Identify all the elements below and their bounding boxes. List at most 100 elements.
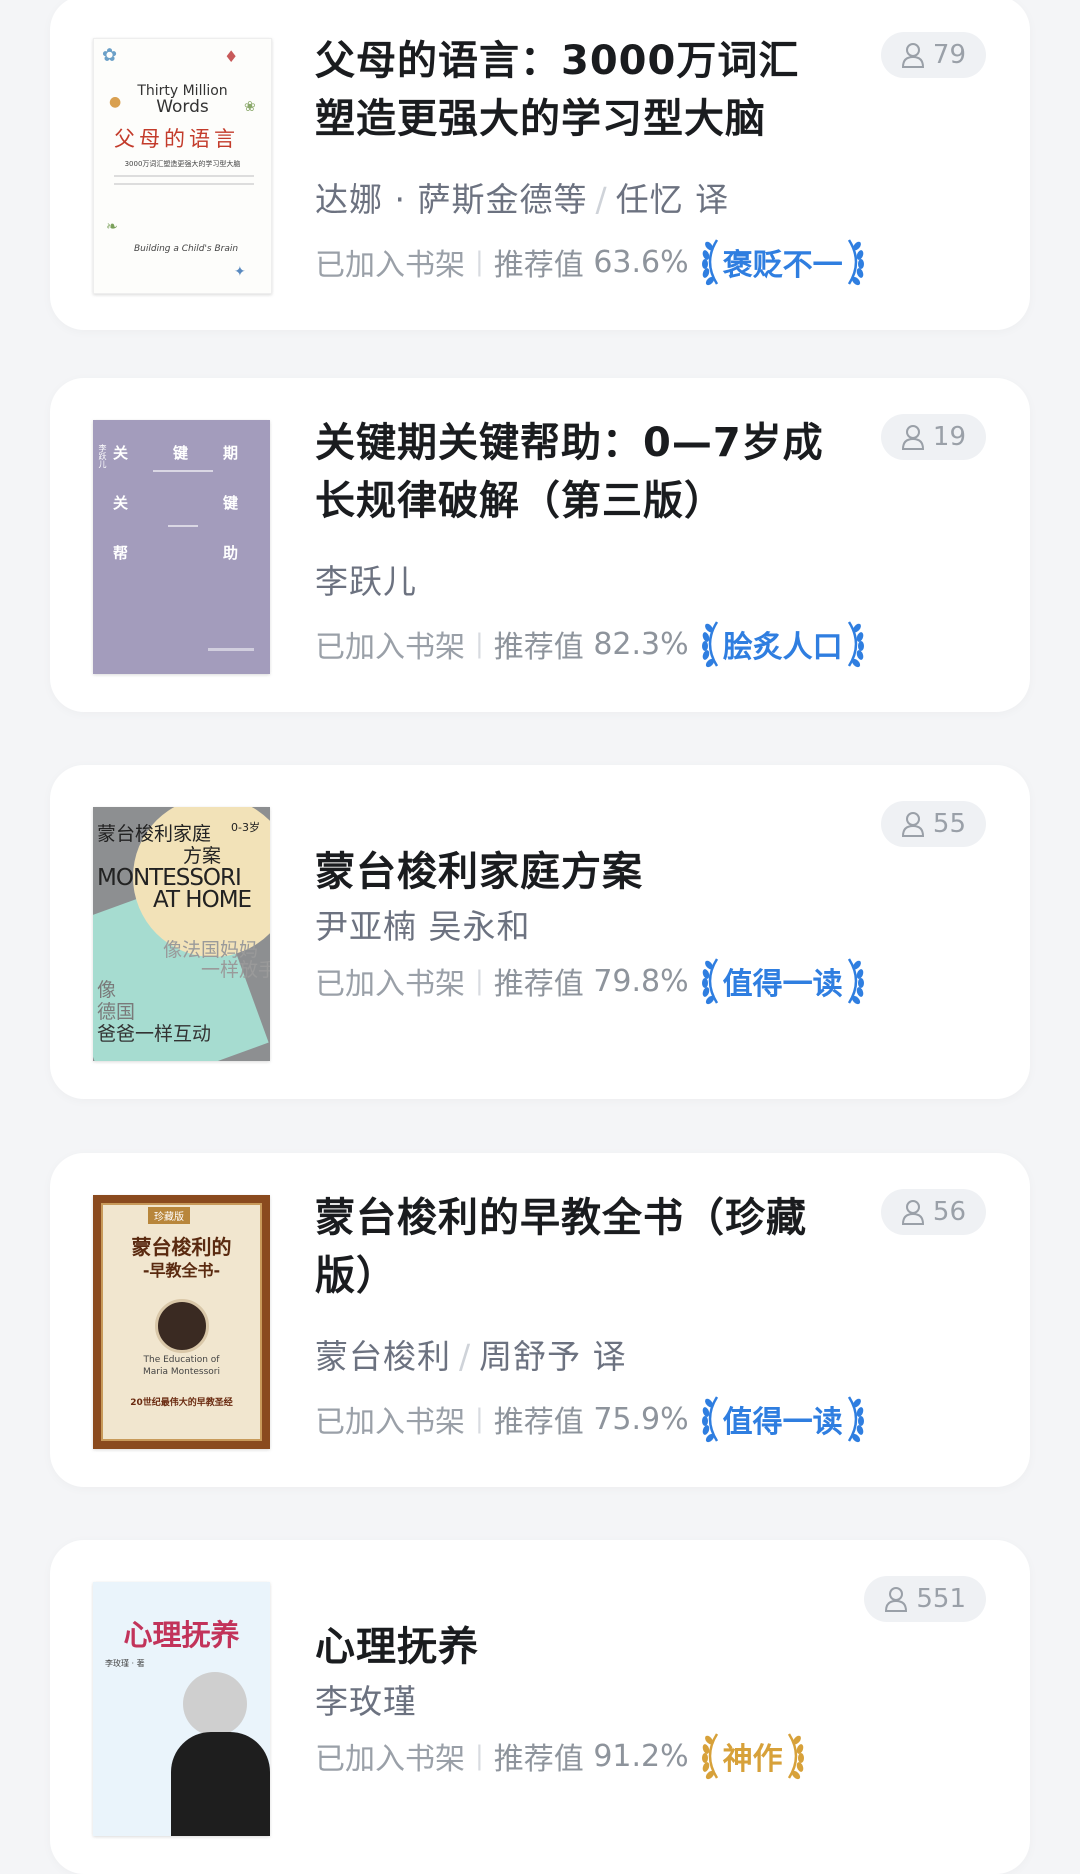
rating-badge: 褒贬不一 <box>699 236 867 288</box>
cover-text: 0-3岁 <box>231 821 260 834</box>
book-card[interactable]: 珍藏版 蒙台梭利的 -早教全书- The Education of Maria … <box>50 1153 1030 1487</box>
reader-count: 551 <box>864 1576 986 1622</box>
author-name: 李跃儿 <box>315 562 417 601</box>
laurel-left-icon <box>701 621 718 668</box>
reader-count: 56 <box>880 1189 986 1235</box>
shelf-status: 已加入书架 <box>315 1742 465 1777</box>
reader-count-value: 56 <box>932 1197 966 1227</box>
book-author: 达娜 · 萨斯金德等 / 任忆 译 <box>315 180 730 219</box>
reader-count-value: 551 <box>916 1584 966 1614</box>
book-author: 尹亚楠 吴永和 <box>315 900 531 948</box>
recommend-label: 推荐值 <box>493 248 584 283</box>
translator-name: 任忆 译 <box>615 180 730 219</box>
cover-text: 键 <box>223 494 239 512</box>
person-outline-icon <box>901 425 924 450</box>
book-card[interactable]: 蒙台梭利家庭 方案 0-3岁 MONTESSORI AT HOME 像法国妈妈 … <box>50 765 1030 1099</box>
recommend-label: 推荐值 <box>493 1405 584 1440</box>
reader-count-value: 55 <box>932 809 966 839</box>
cover-text: 一样放手 <box>201 959 270 981</box>
laurel-left-icon <box>701 958 718 1005</box>
author-name: 尹亚楠 吴永和 <box>315 907 531 946</box>
cover-text: 助 <box>223 544 239 562</box>
book-title: 关键期关键帮助：0—7岁成长规律破解（第三版） <box>315 420 824 524</box>
reader-count: 55 <box>880 801 986 847</box>
cover-text: 关 <box>113 444 129 462</box>
person-outline-icon <box>885 1587 908 1612</box>
author-name: 蒙台梭利 <box>315 1337 451 1376</box>
book-title: 父母的语言：3000万词汇塑造更强大的学习型大脑 <box>315 38 800 142</box>
shelf-status: 已加入书架 <box>315 1405 465 1440</box>
book-author: 李跃儿 <box>315 555 417 603</box>
book-title: 蒙台梭利家庭方案 <box>315 849 643 895</box>
cover-text: 期 <box>223 444 239 462</box>
rating-badge: 值得一读 <box>699 1393 867 1445</box>
recommend-value: 79.8% <box>593 963 689 999</box>
book-author: 李玫瑾 <box>315 1675 417 1723</box>
author-name: 达娜 · 萨斯金德等 <box>315 180 588 219</box>
laurel-right-icon <box>847 239 864 286</box>
book-cover[interactable]: 关 键 期 关 键 帮 助 李跃儿 <box>93 420 270 674</box>
reader-count: 79 <box>880 32 986 78</box>
cover-text: Words <box>156 97 209 117</box>
book-meta: 已加入书架 | 推荐值 63.6% 褒贬不一 <box>315 236 867 288</box>
book-cover[interactable]: 蒙台梭利家庭 方案 0-3岁 MONTESSORI AT HOME 像法国妈妈 … <box>93 807 270 1061</box>
cover-text: The Education of <box>143 1355 220 1365</box>
cover-text: 珍藏版 <box>148 1207 190 1224</box>
recommend-value: 63.6% <box>593 244 689 280</box>
book-cover[interactable]: ✿ ♦ ❀ ● Thirty Million Words 父母的语言 3000万… <box>93 38 272 294</box>
cover-text: 李玫瑾 · 著 <box>105 1659 145 1668</box>
book-author: 蒙台梭利 / 周舒予 译 <box>315 1337 627 1376</box>
cover-text: Building a Child's Brain <box>134 244 239 254</box>
laurel-right-icon <box>787 1733 804 1780</box>
cover-text: 爸爸一样互动 <box>97 1023 212 1045</box>
recommend-label: 推荐值 <box>493 1742 584 1777</box>
book-title: 蒙台梭利的早教全书（珍藏版） <box>315 1195 807 1299</box>
recommend-value: 75.9% <box>593 1401 689 1437</box>
laurel-left-icon <box>701 1733 718 1780</box>
book-meta: 已加入书架 | 推荐值 82.3% 脍炙人口 <box>315 618 867 670</box>
book-card[interactable]: ✿ ♦ ❀ ● Thirty Million Words 父母的语言 3000万… <box>50 0 1030 330</box>
book-card[interactable]: 心理抚养 李玫瑾 · 著 心理抚养 李玫瑾 已加入书架 | 推荐值 91.2% … <box>50 1540 1030 1874</box>
cover-text: 20世纪最伟大的早教圣经 <box>130 1398 233 1408</box>
cover-text: 键 <box>173 444 189 462</box>
rating-badge-text: 值得一读 <box>722 1405 843 1440</box>
recommend-value: 91.2% <box>593 1738 689 1774</box>
cover-text: 蒙台梭利的 <box>131 1235 232 1259</box>
rating-badge: 神作 <box>699 1730 807 1782</box>
recommend-label: 推荐值 <box>493 967 584 1002</box>
laurel-right-icon <box>847 621 864 668</box>
rating-badge-text: 褒贬不一 <box>722 248 843 283</box>
recommend-value: 82.3% <box>593 626 689 662</box>
cover-text: 李跃儿 <box>98 444 107 468</box>
person-outline-icon <box>901 1200 924 1225</box>
book-meta: 已加入书架 | 推荐值 91.2% 神作 <box>315 1730 807 1782</box>
laurel-right-icon <box>847 958 864 1005</box>
book-meta: 已加入书架 | 推荐值 79.8% 值得一读 <box>315 955 867 1007</box>
shelf-status: 已加入书架 <box>315 967 465 1002</box>
cover-text: 关 <box>113 494 129 512</box>
cover-text: 心理抚养 <box>123 1618 240 1652</box>
cover-text: Maria Montessori <box>143 1367 220 1377</box>
reader-count-value: 79 <box>932 40 966 70</box>
cover-text: 3000万词汇塑造更强大的学习型大脑 <box>124 160 241 168</box>
reader-count-value: 19 <box>932 422 966 452</box>
cover-text: 方案 <box>183 845 222 867</box>
reader-count: 19 <box>880 414 986 460</box>
laurel-left-icon <box>701 239 718 286</box>
cover-text: -早教全书- <box>142 1261 221 1280</box>
book-cover[interactable]: 珍藏版 蒙台梭利的 -早教全书- The Education of Maria … <box>93 1195 270 1449</box>
laurel-left-icon <box>701 1396 718 1443</box>
rating-badge-text: 值得一读 <box>722 967 843 1002</box>
rating-badge-text: 神作 <box>722 1742 783 1777</box>
shelf-status: 已加入书架 <box>315 630 465 665</box>
author-name: 李玫瑾 <box>315 1682 417 1721</box>
rating-badge: 脍炙人口 <box>699 618 867 670</box>
rating-badge: 值得一读 <box>699 955 867 1007</box>
cover-text: 帮 <box>113 544 129 562</box>
book-card[interactable]: 关 键 期 关 键 帮 助 李跃儿 关键期关键帮助：0—7岁成长规律破解（第三版… <box>50 378 1030 712</box>
cover-text: AT HOME <box>153 887 252 913</box>
book-meta: 已加入书架 | 推荐值 75.9% 值得一读 <box>315 1393 867 1445</box>
laurel-right-icon <box>847 1396 864 1443</box>
book-cover[interactable]: 心理抚养 李玫瑾 · 著 <box>93 1582 270 1836</box>
translator-name: 周舒予 译 <box>479 1337 627 1376</box>
